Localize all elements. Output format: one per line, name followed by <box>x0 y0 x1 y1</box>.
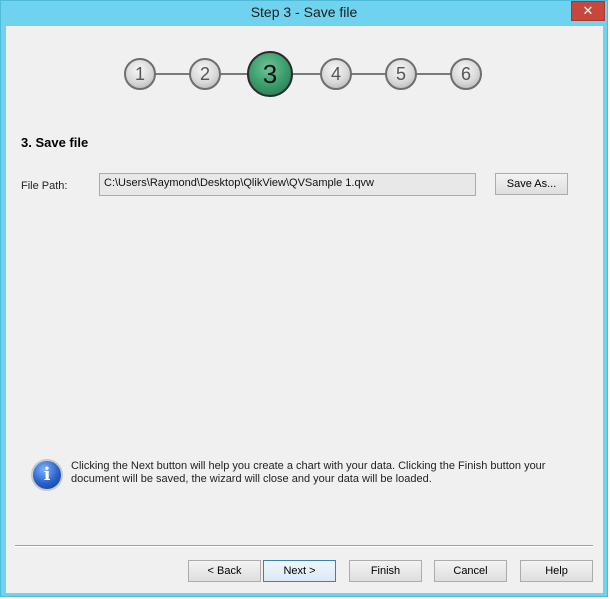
step-5: 5 <box>385 58 417 90</box>
save-as-button[interactable]: Save As... <box>495 173 568 195</box>
next-button[interactable]: Next > <box>263 560 336 582</box>
info-icon: i <box>31 459 63 491</box>
step-4: 4 <box>320 58 352 90</box>
step-3-active: 3 <box>247 51 293 97</box>
section-title: 3. Save file <box>21 135 89 150</box>
wizard-window: Step 3 - Save file ✕ 1 2 3 4 5 6 3. Save… <box>0 0 608 597</box>
info-message: Clicking the Next button will help you c… <box>71 460 546 485</box>
finish-button[interactable]: Finish <box>349 560 422 582</box>
step-1: 1 <box>124 58 156 90</box>
close-button[interactable]: ✕ <box>571 1 605 21</box>
window-title: Step 3 - Save file <box>250 4 358 20</box>
step-6: 6 <box>450 58 482 90</box>
step-indicator: 1 2 3 4 5 6 <box>124 51 488 102</box>
cancel-button[interactable]: Cancel <box>434 560 507 582</box>
step-2: 2 <box>189 58 221 90</box>
wizard-content: 1 2 3 4 5 6 3. Save file File Path: C:\U… <box>6 26 603 593</box>
back-button[interactable]: < Back <box>188 560 261 582</box>
help-button[interactable]: Help <box>520 560 593 582</box>
close-icon: ✕ <box>582 3 594 18</box>
file-path-field[interactable]: C:\Users\Raymond\Desktop\QlikView\QVSamp… <box>99 173 476 196</box>
footer-separator <box>15 545 593 547</box>
title-bar[interactable]: Step 3 - Save file ✕ <box>1 1 607 25</box>
file-path-label: File Path: <box>21 180 68 192</box>
